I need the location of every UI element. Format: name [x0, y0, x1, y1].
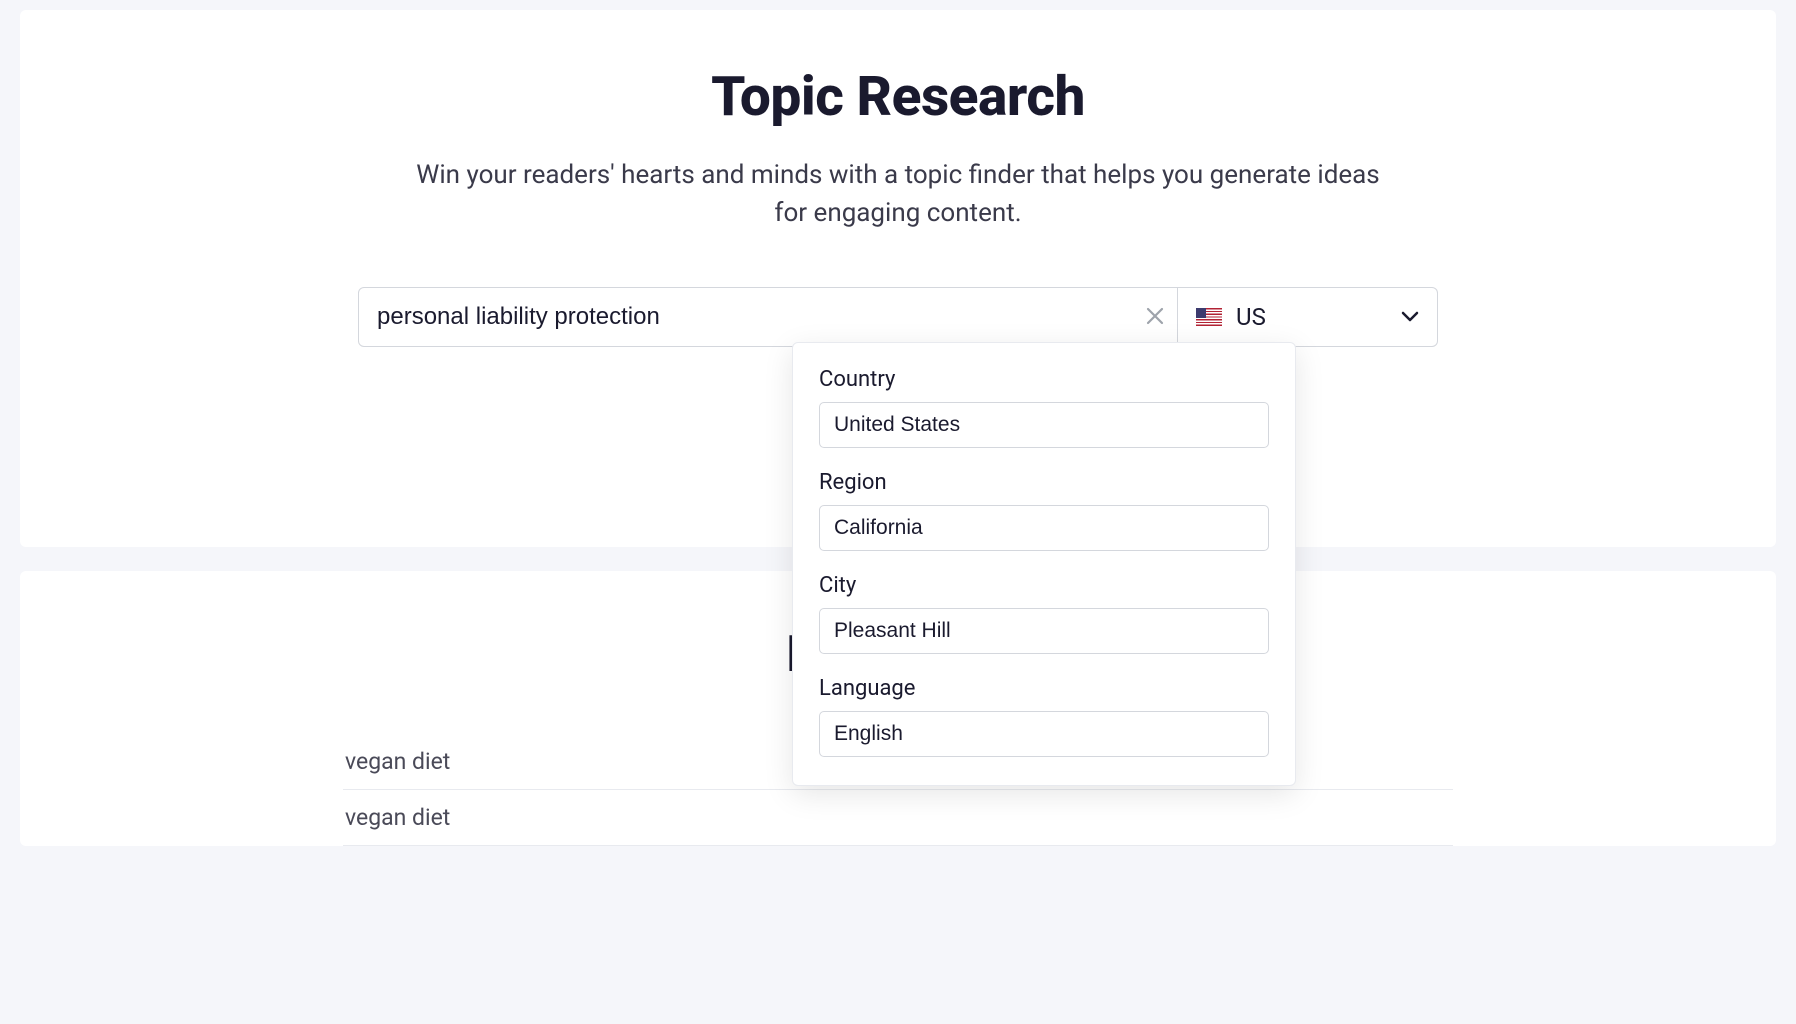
- clear-icon[interactable]: [1146, 305, 1164, 329]
- language-input[interactable]: [819, 711, 1269, 757]
- country-select[interactable]: US: [1178, 287, 1438, 347]
- region-input[interactable]: [819, 505, 1269, 551]
- search-row: US: [358, 287, 1438, 347]
- recent-item[interactable]: vegan diet: [343, 790, 1453, 846]
- dd-group-region: Region: [819, 470, 1269, 551]
- us-flag-icon: [1196, 308, 1222, 326]
- dd-group-country: Country: [819, 367, 1269, 448]
- region-label: Region: [819, 470, 1269, 495]
- dd-group-language: Language: [819, 676, 1269, 757]
- location-dropdown-panel: Country Region City Language: [792, 342, 1296, 786]
- city-label: City: [819, 573, 1269, 598]
- page-subtitle: Win your readers' hearts and minds with …: [408, 157, 1388, 232]
- dd-group-city: City: [819, 573, 1269, 654]
- chevron-down-icon: [1401, 308, 1419, 327]
- country-input[interactable]: [819, 402, 1269, 448]
- country-label: Country: [819, 367, 1269, 392]
- country-code-label: US: [1236, 303, 1401, 331]
- topic-input[interactable]: [358, 287, 1178, 347]
- language-label: Language: [819, 676, 1269, 701]
- topic-research-card: Topic Research Win your readers' hearts …: [20, 10, 1776, 547]
- city-input[interactable]: [819, 608, 1269, 654]
- search-input-wrap: [358, 287, 1178, 347]
- page-title: Topic Research: [80, 65, 1716, 129]
